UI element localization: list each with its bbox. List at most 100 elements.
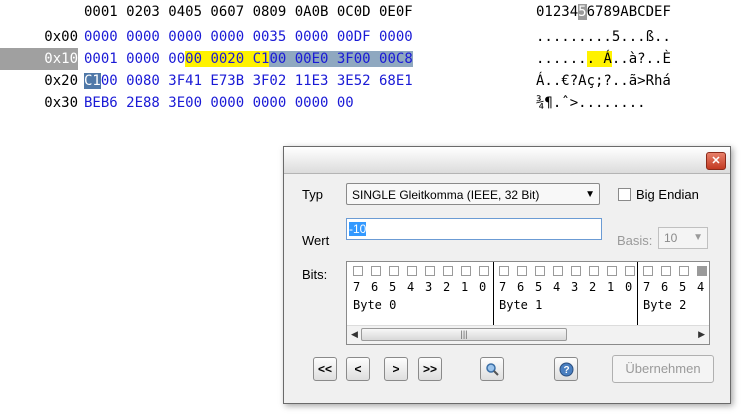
ascii-header-cursor: 5 [578,4,587,20]
bit-number: 5 [535,280,543,294]
hex-bytes-selection: C1 [84,73,101,89]
value-input[interactable]: -10 [346,218,602,240]
bit-checkbox[interactable] [389,266,399,276]
bit-number: 2 [589,280,597,294]
hex-bytes: 00 0080 3F41 E73B 3F02 11E3 3E52 68E1 [100,73,413,89]
bit-number: 6 [661,280,669,294]
hex-bytes-highlight: 00 0020 C1 [185,51,270,67]
byte-2-bits: 7 6 5 4 Byte 2 [637,262,709,326]
byte-label: Byte 0 [353,298,397,312]
byte-label: Byte 2 [643,298,687,312]
bit-number: 6 [371,280,379,294]
row-ascii[interactable]: ¾¶.ˆ>........ [536,92,646,114]
row-address: 0x30 [44,95,78,111]
type-select-value: SINGLE Gleitkomma (IEEE, 32 Bit) [352,188,540,202]
bit-checkbox[interactable] [679,266,689,276]
bit-number: 0 [625,280,633,294]
byte-0-bits: 7 6 5 4 3 2 1 0 Byte 0 [347,262,494,326]
bit-number: 7 [353,280,361,294]
bit-checkbox[interactable] [643,266,653,276]
hex-bytes-selection: 00 00E0 3F [269,51,354,67]
bit-checkbox[interactable] [443,266,453,276]
bits-panel[interactable]: 7 6 5 4 3 2 1 0 Byte 0 7 6 5 4 3 2 1 0 Byte 1 7 6 5 4 Byte 2 ◀… [346,261,710,345]
hex-row-selected[interactable]: 0x10 0001 0000 0000 0020 C100 00E0 3F00 … [0,48,744,70]
svg-text:?: ? [563,365,569,376]
bit-number: 1 [607,280,615,294]
row-hex-bytes[interactable]: 0000 0000 0000 0000 0035 0000 00DF 0000 [84,26,413,48]
basis-select[interactable]: 10 ▼ [658,227,708,249]
row-ascii[interactable]: Á..€?Aç;?..ã>Rhá [536,70,671,92]
row-address: 0x20 [44,73,78,89]
next-button[interactable]: > [384,357,408,381]
bit-number: 5 [389,280,397,294]
bit-number: 5 [679,280,687,294]
bit-checkbox[interactable] [479,266,489,276]
value-text: -10 [349,222,367,236]
bit-number: 7 [499,280,507,294]
scroll-left-icon[interactable]: ◀ [351,329,358,340]
big-endian-label: Big Endian [636,187,699,202]
bits-label: Bits: [302,267,328,282]
search-button[interactable] [480,357,504,381]
byte-label: Byte 1 [499,298,543,312]
bit-checkbox[interactable] [425,266,435,276]
scrollbar-thumb[interactable]: ||| [361,328,567,341]
row-ascii[interactable]: ....... Á..à?..È [536,48,671,70]
type-label: Typ [302,187,323,202]
horizontal-scrollbar[interactable]: ◀ ||| ▶ [347,325,709,344]
bit-checkbox[interactable] [353,266,363,276]
apply-button[interactable]: Übernehmen [612,355,714,383]
magnifier-icon [486,363,499,376]
data-inspector-dialog: ✕ Typ SINGLE Gleitkomma (IEEE, 32 Bit) ▼… [283,146,731,404]
bit-checkbox[interactable] [517,266,527,276]
byte-1-bits: 7 6 5 4 3 2 1 0 Byte 1 [493,262,638,326]
bit-number: 4 [553,280,561,294]
bit-checkbox[interactable] [535,266,545,276]
bit-number: 0 [479,280,487,294]
scroll-right-icon[interactable]: ▶ [698,329,705,340]
bit-number: 2 [443,280,451,294]
bit-checkbox[interactable] [553,266,563,276]
bit-number: 7 [643,280,651,294]
type-select[interactable]: SINGLE Gleitkomma (IEEE, 32 Bit) ▼ [346,183,600,205]
bit-number: 4 [697,280,705,294]
hex-column-header: 0001 0203 0405 0607 0809 0A0B 0C0D 0E0F [84,4,413,20]
bit-number: 3 [571,280,579,294]
prev-button[interactable]: < [346,357,370,381]
bit-number: 4 [407,280,415,294]
bit-checkbox[interactable] [697,266,707,276]
bit-number: 6 [517,280,525,294]
last-button[interactable]: >> [418,357,442,381]
bit-checkbox[interactable] [571,266,581,276]
ascii-column-header: 0123456789ABCDEF [536,4,671,20]
close-button[interactable]: ✕ [706,152,726,170]
bit-checkbox[interactable] [607,266,617,276]
bit-number: 3 [425,280,433,294]
bit-checkbox[interactable] [371,266,381,276]
bit-checkbox[interactable] [625,266,635,276]
ascii-text: ...... [536,51,587,67]
bit-number: 1 [461,280,469,294]
value-label: Wert [302,233,330,248]
row-hex-bytes[interactable]: C100 0080 3F41 E73B 3F02 11E3 3E52 68E1 [84,70,413,92]
bit-checkbox[interactable] [661,266,671,276]
ascii-header-part: 01234 [536,4,579,20]
bit-checkbox[interactable] [499,266,509,276]
first-button[interactable]: << [313,357,337,381]
row-ascii[interactable]: .........5...ß.. [536,26,671,48]
help-button[interactable]: ? [554,357,578,381]
dialog-titlebar[interactable]: ✕ [284,147,730,174]
help-icon: ? [559,362,573,377]
big-endian-checkbox[interactable] [618,188,631,201]
row-hex-bytes[interactable]: 0001 0000 0000 0020 C100 00E0 3F00 00C8 [84,48,413,70]
hex-bytes-selection: 00 00C8 [353,51,413,67]
basis-label: Basis: [617,233,653,248]
bit-checkbox[interactable] [407,266,417,276]
row-address: 0x00 [44,29,78,45]
chevron-down-icon: ▼ [693,232,703,243]
bit-checkbox[interactable] [589,266,599,276]
ascii-header-part: 6789ABCDEF [586,4,671,20]
ascii-highlight: . Á [586,51,612,67]
row-hex-bytes[interactable]: BEB6 2E88 3E00 0000 0000 0000 00 [84,92,354,114]
bit-checkbox[interactable] [461,266,471,276]
